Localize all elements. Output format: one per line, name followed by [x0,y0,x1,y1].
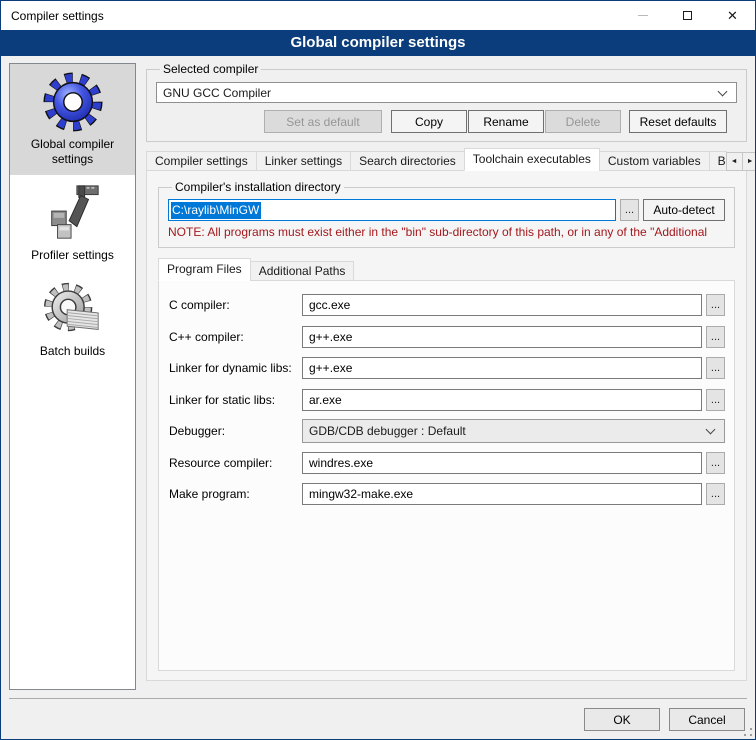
program-files-page: C compiler: ... C++ compiler: ... Linker… [158,280,735,671]
sidebar-item-label: Global compiler settings [12,137,133,167]
toolchain-executables-page: Compiler's installation directory C:\ray… [146,170,747,681]
paths-tab-strip: Program Files Additional Paths [158,258,735,281]
main-panel: Selected compiler GNU GCC Compiler Set a… [146,62,747,681]
field-row-make-program: Make program: ... [169,483,725,505]
tab-additional-paths[interactable]: Additional Paths [250,261,355,281]
c-compiler-input[interactable] [302,294,702,316]
debugger-select[interactable]: GDB/CDB debugger : Default [302,419,725,443]
set-as-default-button: Set as default [264,110,382,133]
static-linker-label: Linker for static libs: [169,393,302,407]
title-bar[interactable]: Compiler settings ✕ [1,1,755,30]
field-row-resource-compiler: Resource compiler: ... [169,452,725,474]
field-row-dynamic-linker: Linker for dynamic libs: ... [169,357,725,379]
resize-grip[interactable] [744,728,752,736]
gray-gear-stack-icon [42,278,104,340]
cpp-compiler-input[interactable] [302,326,702,348]
resource-compiler-label: Resource compiler: [169,456,302,470]
reset-defaults-button[interactable]: Reset defaults [629,110,727,133]
dialog-buttons: OK Cancel [584,708,745,731]
rename-button[interactable]: Rename [468,110,544,133]
minimize-icon [638,15,648,16]
tab-scroll-left-button[interactable]: ◄ [726,152,743,171]
arrow-right-icon: ► [747,158,754,165]
c-compiler-label: C compiler: [169,298,302,312]
window-title: Compiler settings [11,9,104,23]
tab-scroll-controls: ◄ ► [727,152,756,171]
close-button[interactable]: ✕ [710,1,755,30]
sidebar-item-global-compiler-settings[interactable]: Global compiler settings [10,64,135,175]
footer-divider [9,698,747,699]
auto-detect-button[interactable]: Auto-detect [643,199,725,221]
settings-category-list: Global compiler settings Profiler settin… [9,63,136,690]
selected-text: C:\raylib\MinGW [171,202,261,219]
installation-directory-input[interactable]: C:\raylib\MinGW [168,199,616,221]
compiler-select[interactable]: GNU GCC Compiler [156,82,737,103]
browse-directory-button[interactable]: ... [620,199,639,221]
field-row-static-linker: Linker for static libs: ... [169,389,725,411]
installation-directory-group: Compiler's installation directory C:\ray… [158,180,735,248]
chevron-down-icon [718,86,728,96]
static-linker-input[interactable] [302,389,702,411]
caliper-icon [42,182,104,244]
chevron-down-icon [706,425,716,435]
close-icon: ✕ [727,9,738,22]
browse-dynamic-linker-button[interactable]: ... [706,357,725,379]
dynamic-linker-label: Linker for dynamic libs: [169,361,302,375]
sidebar-item-label: Batch builds [12,344,133,359]
minimize-button [620,1,665,30]
tab-search-directories[interactable]: Search directories [350,151,465,171]
tab-scroll-right-button[interactable]: ► [742,152,756,171]
browse-resource-compiler-button[interactable]: ... [706,452,725,474]
browse-static-linker-button[interactable]: ... [706,389,725,411]
maximize-button[interactable] [665,1,710,30]
page-title: Global compiler settings [1,30,755,56]
arrow-left-icon: ◄ [731,158,738,165]
selected-compiler-group-label: Selected compiler [160,62,261,76]
blue-gear-icon [42,71,104,133]
installation-directory-row: C:\raylib\MinGW ... Auto-detect [168,199,725,221]
field-row-cpp-compiler: C++ compiler: ... [169,326,725,348]
bin-subdirectory-note: NOTE: All programs must exist either in … [168,225,725,239]
compiler-actions: Set as default Copy Rename Delete Reset … [156,110,737,133]
cancel-button[interactable]: Cancel [669,708,745,731]
sidebar-item-profiler-settings[interactable]: Profiler settings [10,175,135,271]
dynamic-linker-input[interactable] [302,357,702,379]
copy-button[interactable]: Copy [391,110,467,133]
compiler-select-value: GNU GCC Compiler [163,86,271,100]
tab-custom-variables[interactable]: Custom variables [599,151,710,171]
sidebar-item-label: Profiler settings [12,248,133,263]
debugger-select-value: GDB/CDB debugger : Default [309,424,466,438]
debugger-label: Debugger: [169,424,302,438]
tab-compiler-settings[interactable]: Compiler settings [146,151,257,171]
make-program-label: Make program: [169,487,302,501]
settings-tab-strip: Compiler settings Linker settings Search… [146,148,747,171]
installation-directory-group-label: Compiler's installation directory [172,180,344,194]
field-row-debugger: Debugger: GDB/CDB debugger : Default [169,420,725,442]
field-row-c-compiler: C compiler: ... [169,294,725,316]
tab-program-files[interactable]: Program Files [158,258,251,281]
browse-make-program-button[interactable]: ... [706,483,725,505]
make-program-input[interactable] [302,483,702,505]
cpp-compiler-label: C++ compiler: [169,330,302,344]
window-controls: ✕ [620,1,755,30]
browse-c-compiler-button[interactable]: ... [706,294,725,316]
selected-compiler-group: Selected compiler GNU GCC Compiler Set a… [146,62,747,142]
maximize-icon [683,11,692,20]
browse-cpp-compiler-button[interactable]: ... [706,326,725,348]
compiler-settings-dialog: Compiler settings ✕ Global compiler sett… [0,0,756,740]
sidebar-item-batch-builds[interactable]: Batch builds [10,271,135,367]
tab-linker-settings[interactable]: Linker settings [256,151,351,171]
tab-toolchain-executables[interactable]: Toolchain executables [464,148,600,171]
ok-button[interactable]: OK [584,708,660,731]
delete-button: Delete [545,110,621,133]
resource-compiler-input[interactable] [302,452,702,474]
tab-build-options[interactable]: Build options [709,151,727,171]
